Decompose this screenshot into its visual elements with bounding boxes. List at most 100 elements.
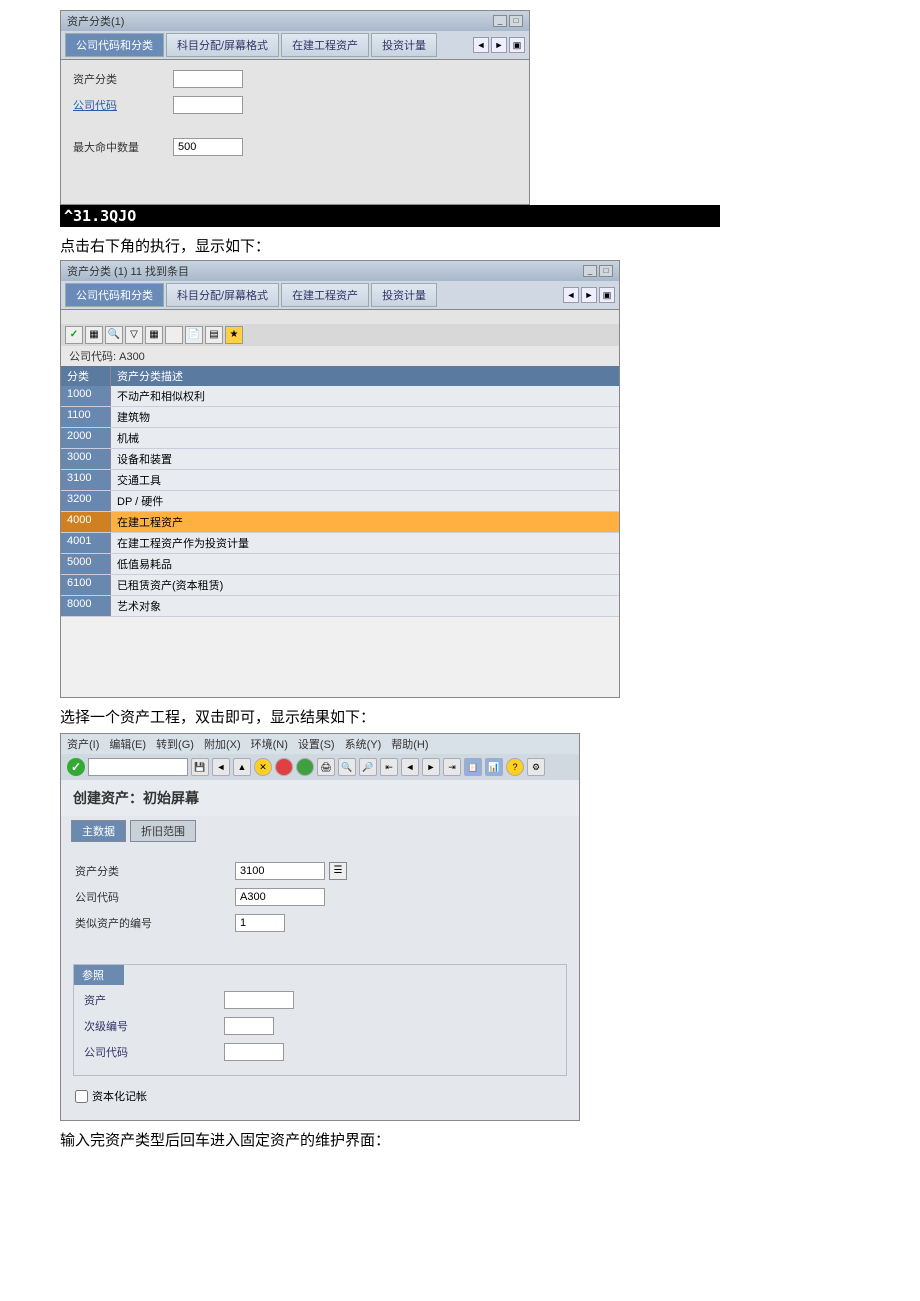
tab-investment[interactable]: 投资计量 (371, 283, 437, 307)
cell-class: 8000 (61, 596, 111, 616)
print-icon[interactable]: ▤ (205, 326, 223, 344)
menu-asset[interactable]: 资产(I) (67, 736, 99, 752)
firstpage-icon[interactable]: ⇤ (380, 758, 398, 776)
table-row[interactable]: 4000在建工程资产 (61, 512, 619, 533)
prev-icon[interactable]: ◄ (563, 287, 579, 303)
print-icon[interactable]: 🖨 (317, 758, 335, 776)
minimize-icon[interactable]: _ (583, 265, 597, 277)
company-code-label[interactable]: 公司代码 (73, 97, 173, 113)
company-code-input[interactable] (235, 888, 325, 906)
table-row[interactable]: 3100交通工具 (61, 470, 619, 491)
list-icon[interactable]: ▣ (509, 37, 525, 53)
stop-icon[interactable] (275, 758, 293, 776)
list-icon[interactable]: ▣ (599, 287, 615, 303)
search-form: 资产分类 公司代码 最大命中数量 (61, 60, 529, 204)
company-code-label: 公司代码 (75, 889, 235, 905)
tab-company-code-class[interactable]: 公司代码和分类 (65, 283, 164, 307)
table-row[interactable]: 1000不动产和相似权利 (61, 386, 619, 407)
command-input[interactable] (88, 758, 188, 776)
capitalize-checkbox[interactable] (75, 1090, 88, 1103)
menu-settings[interactable]: 设置(S) (298, 736, 335, 752)
asset-class-input[interactable] (235, 862, 325, 880)
menu-environment[interactable]: 环境(N) (251, 736, 288, 752)
company-code-input[interactable] (173, 96, 243, 114)
table-row[interactable]: 3200DP / 硬件 (61, 491, 619, 512)
prev-icon[interactable]: ◄ (473, 37, 489, 53)
ref-asset-input[interactable] (224, 991, 294, 1009)
table-row[interactable]: 8000艺术对象 (61, 596, 619, 617)
window-buttons: _ □ (493, 15, 523, 27)
create-icon[interactable]: 📋 (464, 758, 482, 776)
window-title: 资产分类(1) (67, 13, 124, 29)
exit-icon[interactable]: ▲ (233, 758, 251, 776)
menu-system[interactable]: 系统(Y) (345, 736, 382, 752)
similar-asset-input[interactable] (235, 914, 285, 932)
reference-group: 参照 资产 次级编号 公司代码 (73, 964, 567, 1076)
layout-icon[interactable]: ▦ (145, 326, 163, 344)
cancel-icon[interactable]: ✕ (254, 758, 272, 776)
tab-investment[interactable]: 投资计量 (371, 33, 437, 57)
check-icon[interactable]: ✓ (65, 326, 83, 344)
doc-text-2: 选择一个资产工程，双击即可，显示结果如下： (60, 706, 920, 727)
sort-asc-icon[interactable]: ▦ (85, 326, 103, 344)
create-asset-window: 资产(I) 编辑(E) 转到(G) 附加(X) 环境(N) 设置(S) 系统(Y… (60, 733, 580, 1121)
find-icon[interactable]: 🔍 (105, 326, 123, 344)
nextpage-icon[interactable]: ► (422, 758, 440, 776)
ref-subnumber-label: 次级编号 (84, 1018, 224, 1034)
restore-icon[interactable]: □ (509, 15, 523, 27)
tab-row: 公司代码和分类 科目分配/屏幕格式 在建工程资产 投资计量 ◄ ► ▣ (61, 31, 529, 60)
max-hits-input[interactable] (173, 138, 243, 156)
next-icon[interactable]: ► (491, 37, 507, 53)
detail-icon[interactable] (165, 326, 183, 344)
table-row[interactable]: 3000设备和装置 (61, 449, 619, 470)
initial-form: 资产分类 ☰ 公司代码 类似资产的编号 (61, 846, 579, 956)
lastpage-icon[interactable]: ⇥ (443, 758, 461, 776)
filter-icon[interactable]: ▽ (125, 326, 143, 344)
asset-class-input[interactable] (173, 70, 243, 88)
menu-goto[interactable]: 转到(G) (156, 736, 194, 752)
findnext-icon[interactable]: 🔎 (359, 758, 377, 776)
f4-help-icon[interactable]: ☰ (329, 862, 347, 880)
minimize-icon[interactable]: _ (493, 15, 507, 27)
table-row[interactable]: 5000低值易耗品 (61, 554, 619, 575)
tab-row: 公司代码和分类 科目分配/屏幕格式 在建工程资产 投资计量 ◄ ► ▣ (61, 281, 619, 310)
find-icon[interactable]: 🔍 (338, 758, 356, 776)
asset-class-result-window: 资产分类 (1) 11 找到条目 _ □ 公司代码和分类 科目分配/屏幕格式 在… (60, 260, 620, 698)
help-icon[interactable]: ? (506, 758, 524, 776)
enter-icon[interactable]: ✓ (67, 758, 85, 776)
back-icon[interactable]: ◄ (212, 758, 230, 776)
tab-company-code-class[interactable]: 公司代码和分类 (65, 33, 164, 57)
ok-icon[interactable] (296, 758, 314, 776)
menu-help[interactable]: 帮助(H) (391, 736, 428, 752)
menu-extras[interactable]: 附加(X) (204, 736, 241, 752)
export-icon[interactable]: 📄 (185, 326, 203, 344)
restore-icon[interactable]: □ (599, 265, 613, 277)
cell-desc: 艺术对象 (111, 596, 619, 616)
tab-auc[interactable]: 在建工程资产 (281, 33, 369, 57)
cell-class: 4001 (61, 533, 111, 553)
subtab-depreciation[interactable]: 折旧范围 (130, 820, 196, 842)
table-row[interactable]: 4001在建工程资产作为投资计量 (61, 533, 619, 554)
table-row[interactable]: 6100已租赁资产(资本租赁) (61, 575, 619, 596)
prevpage-icon[interactable]: ◄ (401, 758, 419, 776)
tab-account-screen[interactable]: 科目分配/屏幕格式 (166, 283, 279, 307)
grid-blank-area (61, 617, 619, 697)
cell-class: 3200 (61, 491, 111, 511)
config-icon[interactable]: ⚙ (527, 758, 545, 776)
ref-subnumber-input[interactable] (224, 1017, 274, 1035)
tab-account-screen[interactable]: 科目分配/屏幕格式 (166, 33, 279, 57)
save-icon[interactable]: 💾 (191, 758, 209, 776)
menu-edit[interactable]: 编辑(E) (109, 736, 146, 752)
reference-group-title: 参照 (74, 965, 124, 985)
next-icon[interactable]: ► (581, 287, 597, 303)
overview-icon[interactable]: 📊 (485, 758, 503, 776)
table-row[interactable]: 1100建筑物 (61, 407, 619, 428)
doc-text-1: 点击右下角的执行，显示如下： (60, 235, 920, 256)
cell-desc: 机械 (111, 428, 619, 448)
subtab-master-data[interactable]: 主数据 (71, 820, 126, 842)
fav-icon[interactable]: ★ (225, 326, 243, 344)
tab-auc[interactable]: 在建工程资产 (281, 283, 369, 307)
ref-company-code-input[interactable] (224, 1043, 284, 1061)
table-row[interactable]: 2000机械 (61, 428, 619, 449)
cell-desc: 已租赁资产(资本租赁) (111, 575, 619, 595)
